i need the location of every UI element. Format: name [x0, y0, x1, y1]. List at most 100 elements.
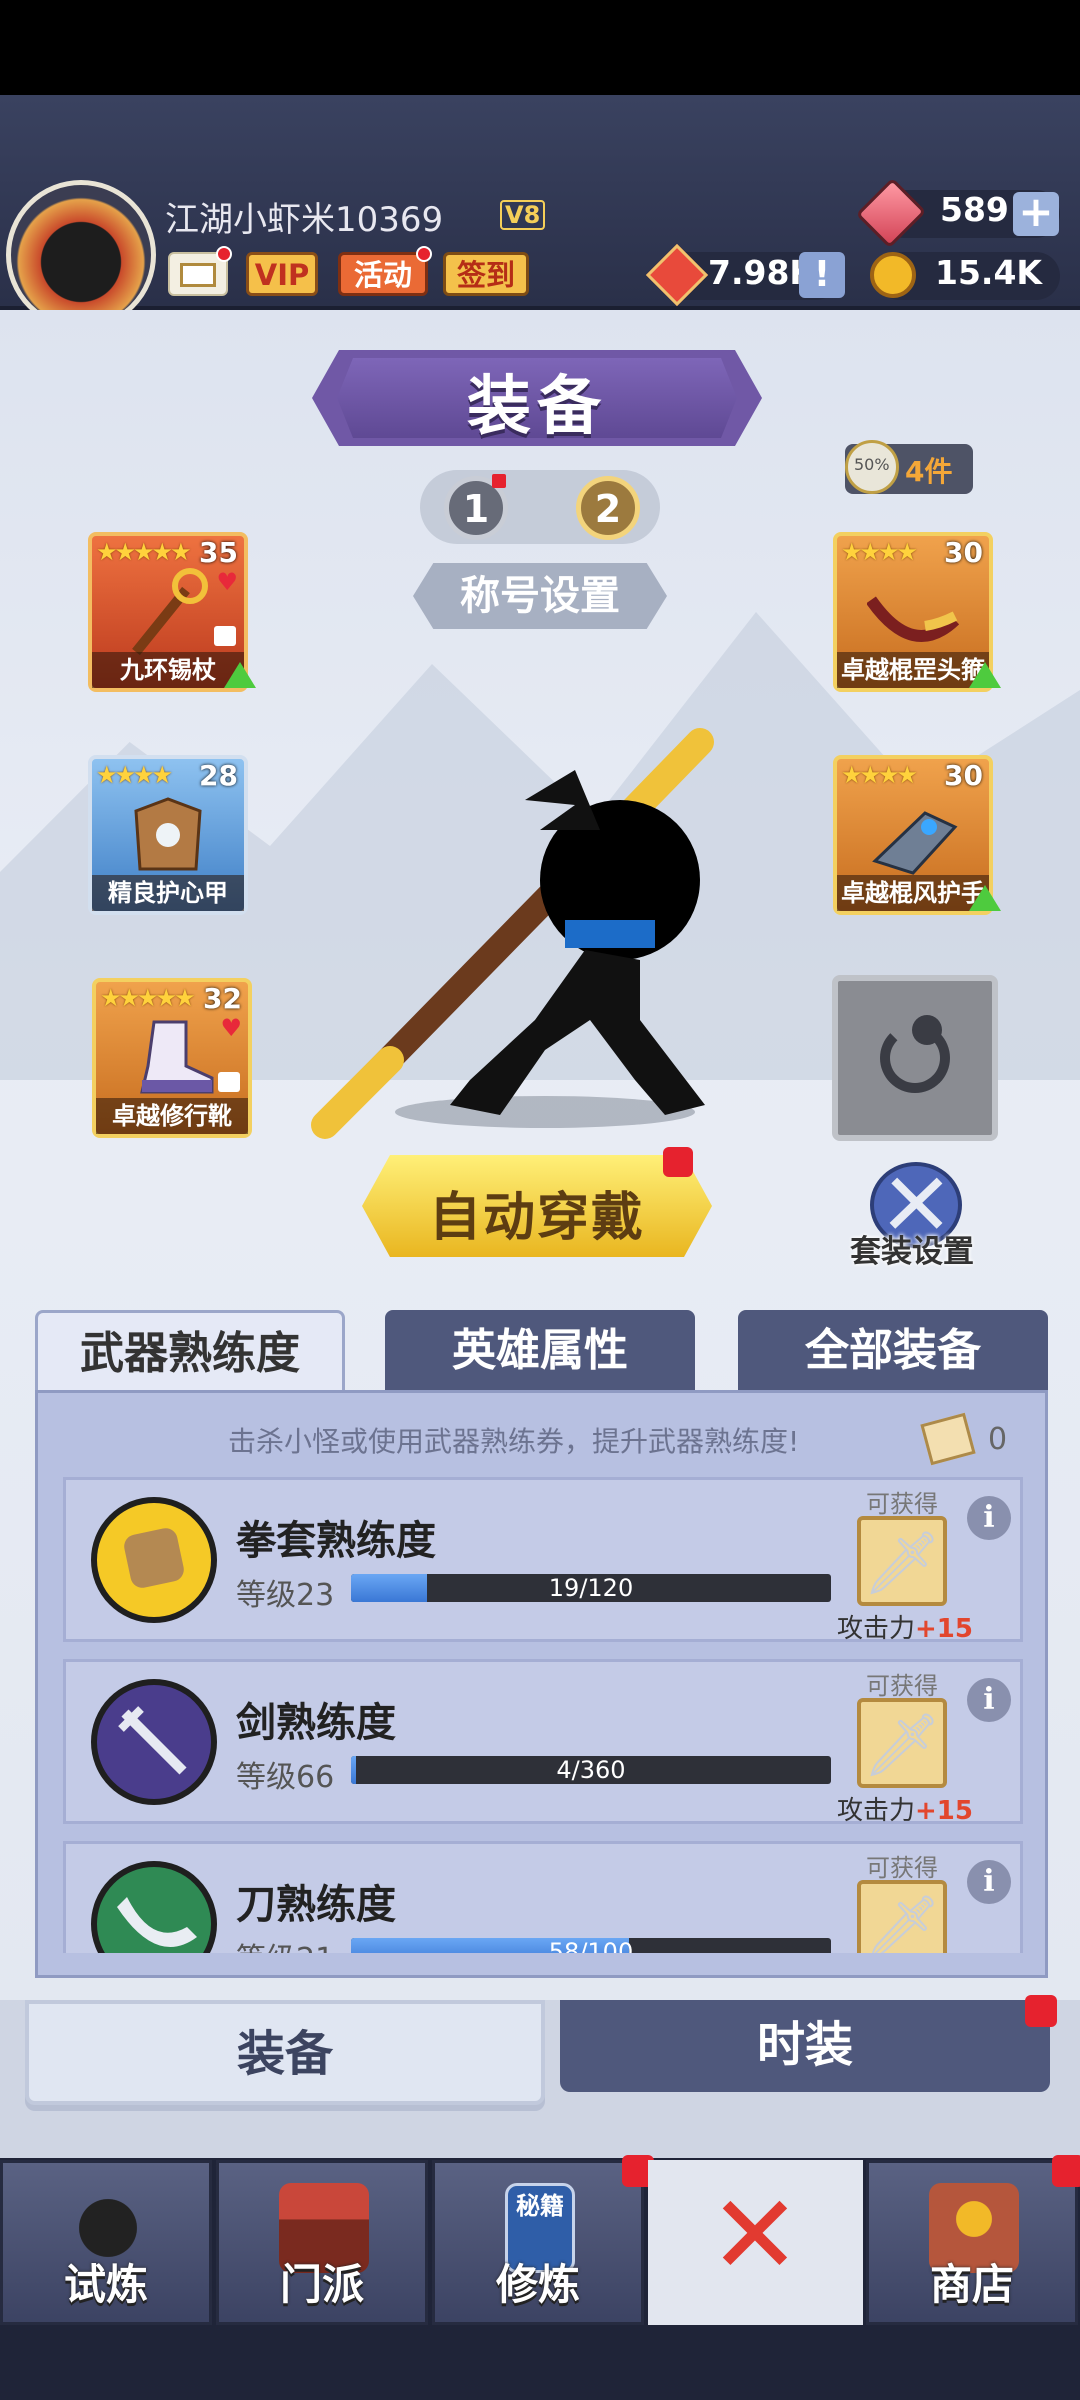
fashion-notification-dot: [1025, 1995, 1057, 2027]
mastery-progress-text: 19/120: [548, 1574, 634, 1602]
slot-stars: ★★★★: [841, 538, 918, 566]
player-name: 江湖小虾米10369: [165, 200, 444, 240]
subtab-fashion[interactable]: 时装: [560, 2000, 1050, 2092]
attack-bonus: 攻击力+15: [837, 1790, 973, 1827]
attack-bonus: 攻击力+15: [837, 1608, 973, 1645]
player-avatar[interactable]: [6, 180, 156, 330]
mastery-row-sword[interactable]: 剑熟练度 等级66 4/360 可获得 🗡 攻击力+15 i: [63, 1659, 1023, 1827]
upgrade-arrow-icon: [224, 662, 256, 688]
equip-slot-armor[interactable]: ★★★★ 28 精良护心甲: [88, 755, 248, 915]
subtab-equipment[interactable]: 装备: [25, 2000, 545, 2105]
nav-cultivate-label: 修炼: [495, 2260, 580, 2309]
upgrade-arrow-icon: [969, 662, 1001, 688]
close-icon: ✕: [708, 2171, 802, 2299]
page-title: 装备: [467, 370, 607, 444]
boots-icon: [140, 1020, 214, 1094]
nav-shop-label: 商店: [929, 2260, 1014, 2309]
nav-shop-button[interactable]: 商店: [866, 2160, 1078, 2325]
equip-slot-weapon[interactable]: ★★★★★ 35 ♥ 九环锡杖: [88, 532, 256, 692]
secret-book-label: 秘籍: [516, 2192, 564, 2220]
available-label: 可获得: [866, 1490, 938, 1518]
coin-count: 15.4K: [935, 253, 1042, 292]
mastery-level: 等级21: [236, 1934, 334, 1953]
heart-icon: ♥: [216, 568, 238, 596]
info-button[interactable]: i: [967, 1678, 1011, 1722]
set-bonus-percent: 50%: [854, 455, 890, 474]
title-setting-button[interactable]: 称号设置: [413, 563, 667, 629]
available-label: 可获得: [866, 1854, 938, 1882]
nav-sect-button[interactable]: 门派: [216, 2160, 428, 2325]
tab-all-equipment[interactable]: 全部装备: [738, 1310, 1048, 1392]
sword-icon: 🗡: [862, 1890, 942, 1953]
reward-item[interactable]: 🗡: [857, 1516, 947, 1606]
sword-icon: 🗡: [862, 1526, 942, 1599]
attack-label: 攻击力: [837, 1796, 916, 1826]
hero-character: [311, 728, 714, 1139]
auto-equip-notification-dot: [663, 1147, 693, 1177]
mastery-title: 拳套熟练度: [236, 1518, 436, 1564]
nav-cultivate-button[interactable]: 秘籍 修炼: [432, 2160, 644, 2325]
slot-level: 35: [199, 536, 238, 569]
slot-level: 32: [203, 982, 242, 1015]
activity-button[interactable]: 活动: [338, 252, 428, 296]
envelope-icon: [180, 263, 216, 287]
attack-label: 攻击力: [837, 1614, 916, 1644]
available-label: 可获得: [866, 1672, 938, 1700]
blade-mastery-icon: [91, 1861, 217, 1953]
upgrade-arrow-icon: [969, 885, 1001, 911]
honor-info-button[interactable]: !: [799, 252, 845, 298]
slot-level: 28: [199, 759, 238, 792]
lock-icon: [218, 1072, 240, 1092]
info-button[interactable]: i: [967, 1860, 1011, 1904]
nav-trial-label: 试炼: [63, 2260, 148, 2309]
equip-slot-boots[interactable]: ★★★★★ 32 ♥ 卓越修行靴: [92, 978, 252, 1138]
info-button[interactable]: i: [967, 1496, 1011, 1540]
shop-notification-dot: [1052, 2155, 1080, 2187]
mastery-row-fist[interactable]: 拳套熟练度 等级23 19/120 可获得 🗡 攻击力+15 i: [63, 1477, 1023, 1645]
add-gems-button[interactable]: +: [1013, 191, 1059, 236]
loadout-notification-dot: [492, 474, 506, 488]
set-count-text: 4件: [905, 455, 953, 488]
mastery-progress-text: 58/100: [548, 1938, 634, 1953]
status-bar: [0, 0, 1080, 95]
empty-ring-dot: [912, 1015, 942, 1045]
slot-name: 卓越修行靴: [96, 1098, 248, 1134]
sword-mastery-icon: [91, 1679, 217, 1805]
slot-level: 30: [944, 759, 983, 792]
lock-icon: [214, 626, 236, 646]
slot-stars: ★★★★: [96, 761, 173, 789]
nav-trial-button[interactable]: 试炼: [0, 2160, 212, 2325]
heart-icon: ♥: [220, 1014, 242, 1042]
vip-tier-badge: V8: [500, 200, 546, 230]
mastery-list[interactable]: 拳套熟练度 等级23 19/120 可获得 🗡 攻击力+15 i 剑熟练度 等级…: [40, 1475, 1040, 1953]
mastery-level: 等级23: [236, 1578, 335, 1613]
slot-stars: ★★★★★: [96, 538, 192, 566]
vip-button[interactable]: VIP: [246, 252, 318, 296]
slot-stars: ★★★★★: [100, 984, 196, 1012]
equip-slot-headband[interactable]: ★★★★ 30 卓越棍罡头箍: [833, 532, 1001, 692]
suit-setting-label[interactable]: 套装设置: [850, 1226, 974, 1271]
slot-level: 30: [944, 536, 983, 569]
slot-name: 精良护心甲: [92, 875, 244, 911]
nav-sect-label: 门派: [279, 2260, 364, 2309]
mastery-hint: 击杀小怪或使用武器熟练券，提升武器熟练度!: [228, 1425, 800, 1458]
sword-icon: 🗡: [862, 1708, 942, 1781]
mastery-progress-text: 4/360: [556, 1756, 626, 1784]
mastery-title: 剑熟练度: [236, 1700, 396, 1746]
equip-slot-gauntlet[interactable]: ★★★★ 30 卓越棍风护手: [833, 755, 1001, 915]
mail-notification-dot: [216, 246, 232, 262]
gem-count: 589: [940, 190, 1009, 229]
fist-glove-icon: [91, 1497, 217, 1623]
loadout-2-button[interactable]: 2: [576, 476, 640, 540]
mastery-level: 等级66: [236, 1760, 335, 1795]
tab-weapon-mastery[interactable]: 武器熟练度: [35, 1310, 345, 1392]
reward-item[interactable]: 🗡: [857, 1880, 947, 1953]
mastery-row-blade[interactable]: 刀熟练度 等级21 58/100 可获得 🗡 i: [63, 1841, 1023, 1953]
coin-icon: [870, 252, 916, 298]
auto-equip-label: 自动穿戴: [428, 1188, 645, 1248]
set-bonus-icon: 50%: [845, 440, 899, 494]
reward-item[interactable]: 🗡: [857, 1698, 947, 1788]
armor-icon: [134, 797, 202, 871]
tab-hero-attributes[interactable]: 英雄属性: [385, 1310, 695, 1392]
signin-button[interactable]: 签到: [443, 252, 529, 296]
